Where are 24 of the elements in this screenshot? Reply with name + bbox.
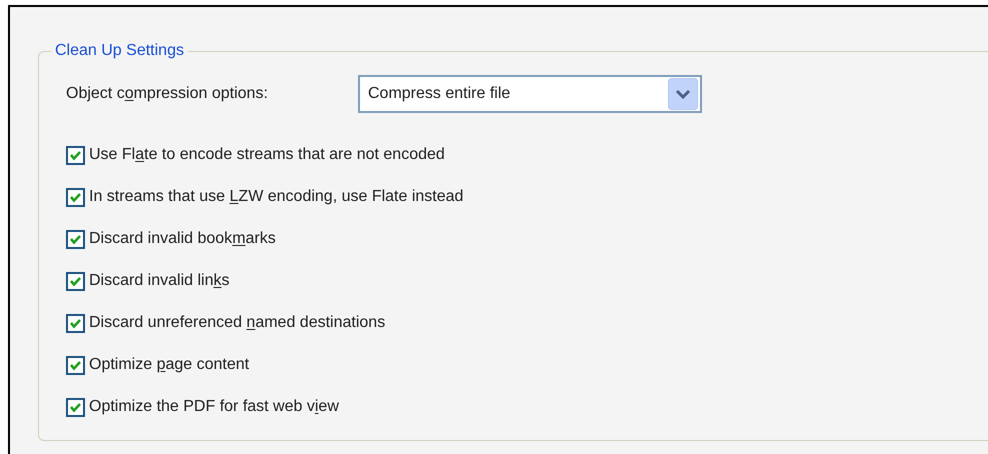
checkbox[interactable] (66, 314, 85, 332)
checkbox[interactable] (66, 188, 85, 206)
option-label: Discard unreferenced named destinations (89, 313, 386, 333)
chevron-down-icon (668, 78, 698, 110)
option-label: Discard invalid bookmarks (89, 229, 276, 249)
compression-label: Object compression options: (66, 84, 269, 104)
checkmark-icon (69, 274, 82, 288)
checkmark-icon (69, 400, 82, 414)
checkmark-icon (69, 148, 82, 162)
checkmark-icon (69, 358, 82, 372)
checkbox[interactable] (66, 230, 85, 248)
option-label: Optimize the PDF for fast web view (89, 397, 339, 417)
checkbox[interactable] (66, 398, 85, 416)
checkmark-icon (69, 190, 82, 204)
option-label: Optimize page content (89, 355, 250, 375)
option-label: Discard invalid links (89, 271, 230, 291)
option-label: In streams that use LZW encoding, use Flate instead (89, 187, 464, 207)
checkmark-icon (69, 316, 82, 330)
option-label: Use Flate to encode streams that are not encoded (89, 145, 445, 165)
checkbox[interactable] (66, 356, 85, 374)
checkmark-icon (69, 232, 82, 246)
compression-dropdown[interactable]: Compress entire file (358, 75, 702, 113)
checkbox[interactable] (66, 146, 85, 164)
checkbox[interactable] (66, 272, 85, 290)
